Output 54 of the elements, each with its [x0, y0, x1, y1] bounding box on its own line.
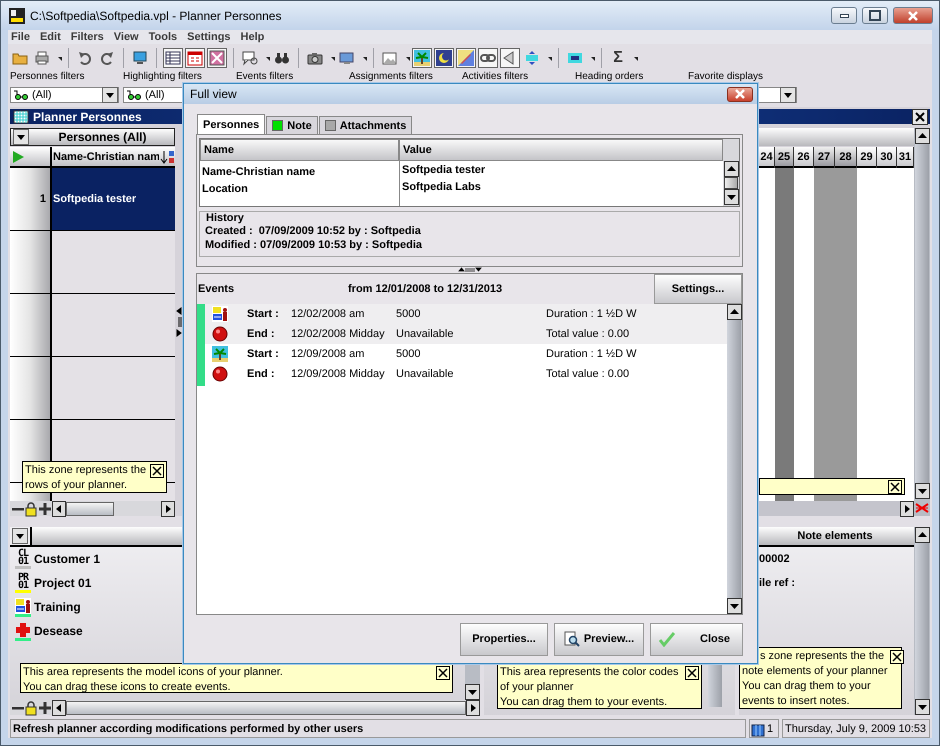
- status-message: Refresh planner according modifications performed by other users: [10, 719, 746, 738]
- tooltip-text: You can drag these icons to create events.: [23, 680, 232, 695]
- table-cell-text: Softpedia Labs: [401, 180, 482, 195]
- tooltip-text: You can drag them to your events.: [500, 695, 668, 710]
- field-label: Start :: [247, 348, 280, 360]
- window-title: C:\Softpedia\Softpedia.vpl - Planner Personnes: [30, 8, 282, 22]
- filter-label: Assignments filters: [349, 71, 434, 82]
- table-cell-text: Location: [201, 182, 249, 197]
- resource-header-title: Personnes (All): [57, 130, 148, 144]
- field-value: 5000: [396, 308, 422, 320]
- field-value: 12/02/2008 am: [291, 308, 366, 320]
- model-code: CL 01: [18, 550, 28, 566]
- tooltip-text: This area represents the color codes: [500, 665, 680, 680]
- field-value: 12/09/2008 Midday: [291, 368, 386, 380]
- tooltip-text: of your planner: [500, 680, 574, 695]
- tooltip-text: You can drag them to your: [742, 679, 872, 694]
- field-value: Duration : 1 ½D W: [546, 348, 636, 360]
- filter-label: Events filters: [236, 71, 294, 82]
- field-value: 12/09/2008 am: [291, 348, 366, 360]
- tooltip-text: This area represents the model icons of your planner.: [23, 665, 284, 680]
- filter-label: Activities filters: [462, 71, 530, 82]
- filter-label: Heading orders: [575, 71, 644, 82]
- field-value: Unavailable: [396, 328, 454, 340]
- field-value: Total value : 0.00: [546, 368, 630, 380]
- panel-title: Planner Personnes: [33, 110, 142, 124]
- section-title: Events: [197, 282, 236, 294]
- field-label: End :: [247, 368, 276, 380]
- filter-label: Personnes filters: [10, 71, 86, 82]
- note-field: ile ref :: [739, 571, 914, 595]
- field-value: Total value : 0.00: [546, 328, 630, 340]
- tooltip-text: events to insert notes.: [742, 694, 851, 709]
- field-value: 12/02/2008 Midday: [291, 328, 386, 340]
- date-range: from 12/01/2008 to 12/31/2013: [348, 282, 504, 294]
- status-date: Thursday, July 9, 2009 10:53: [782, 719, 930, 738]
- panel-header: Note elements: [756, 527, 914, 547]
- field-value: 5000: [396, 348, 422, 360]
- field-label: End :: [247, 328, 276, 340]
- tooltip-text: s zone represents the the: [759, 649, 886, 664]
- field-value: Duration : 1 ½D W: [546, 308, 636, 320]
- group-title: History: [205, 212, 245, 224]
- tooltip-text: note elements of your planner: [742, 664, 888, 679]
- note-field: 00002: [739, 547, 914, 571]
- model-code: PR 01: [18, 574, 28, 590]
- history-line: Created : 07/09/2009 10:52 by : Softpedia: [205, 224, 422, 238]
- table-cell-text: Softpedia tester: [401, 163, 486, 178]
- field-label: Start :: [247, 308, 280, 320]
- count-text: 1: [767, 722, 774, 734]
- tooltip-text: This zone represents the rows of your planner.: [25, 463, 148, 493]
- filter-label: Favorite displays: [688, 71, 764, 82]
- column-header-text: Name-Christian nam: [53, 150, 159, 162]
- field-value: Unavailable: [396, 368, 454, 380]
- filter-label: Highlighting filters: [123, 71, 203, 82]
- table-cell-text: Name-Christian name: [201, 165, 316, 180]
- history-line: Modified : 07/09/2009 10:53 by : Softpedia: [205, 238, 424, 252]
